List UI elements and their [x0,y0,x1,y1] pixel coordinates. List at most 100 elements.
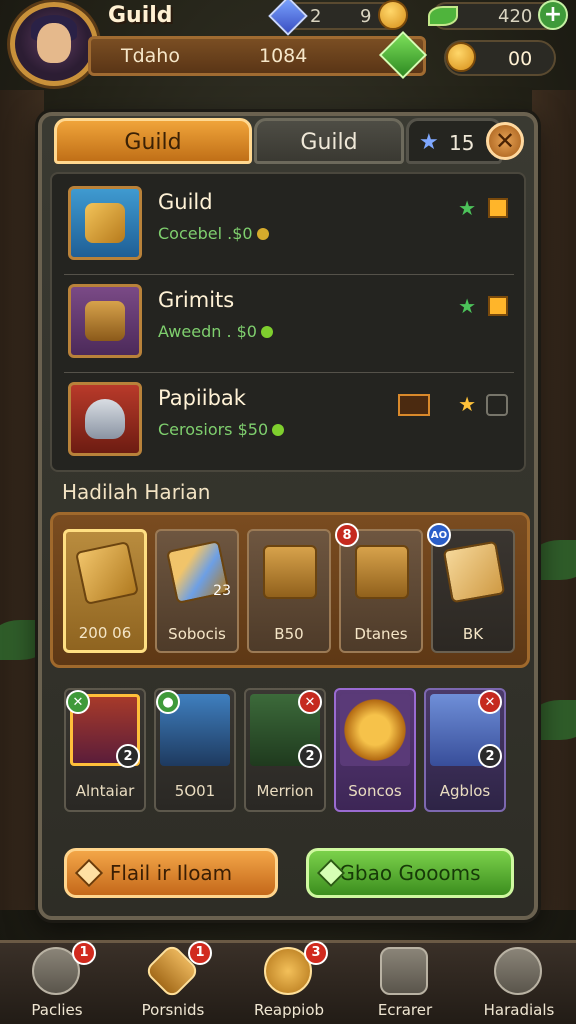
daily-rewards-title: Hadilah Harian [62,480,211,504]
hero-level-badge: 2 [478,744,502,768]
nav-item-reappiob[interactable]: 3 Reappiob [234,941,344,1024]
guild-panel: Guild Guild ★ 15 ✕ Guild Cocebel .$0 ★ G… [38,112,538,920]
nav-badge: 3 [304,941,328,965]
orb-icon [340,694,410,766]
profile-name: Tdaho [121,45,180,67]
list-item[interactable]: Guild Cocebel .$0 ★ [60,182,516,270]
nav-label: Reappiob [253,1001,325,1019]
star-icon: ★ [419,130,439,155]
daily-rewards-strip: 200 06 23 Sobocis B50 8 Dtanes AO BK [50,512,530,668]
player-name: Guild [108,3,173,28]
player-avatar[interactable] [10,2,98,86]
checkbox[interactable] [488,296,508,316]
gold-counter[interactable]: 00 [444,40,556,76]
thumb-art [85,203,125,243]
guild-list: Guild Cocebel .$0 ★ Grimits Aweedn . $0 … [50,172,526,472]
nav-label: Porsnids [141,1001,205,1019]
tab-guild-2[interactable]: Guild [254,118,404,164]
hero-name: Agblos [439,782,491,800]
reward-item[interactable]: AO BK [427,523,515,653]
treasure-chest-icon [68,284,142,358]
gold-coin-icon [446,42,476,72]
add-currency-button[interactable]: + [538,0,568,30]
reward-item[interactable]: 200 06 [63,529,147,653]
hero-badge: ✕ [478,690,502,714]
nav-label: Ecrarer [377,1001,433,1019]
hero-card[interactable]: ● 5O01 [154,688,236,812]
leaf-icon [428,6,458,26]
reward-extra: 23 [213,583,231,599]
nav-item-paclies[interactable]: 1 Paclies [2,941,112,1024]
tab-stars-count: 15 [449,131,475,155]
profile-bar: Tdaho 1084 [88,36,426,76]
reward-badge: AO [427,523,451,547]
list-item-title: Guild [158,190,213,214]
thumb-art [85,399,125,439]
hero-name: Merrion [256,782,314,800]
list-item-subtitle: Cocebel .$0 [158,224,269,243]
nav-badge: 1 [72,941,96,965]
checkbox[interactable] [488,198,508,218]
hammer-icon [74,540,140,606]
nav-badge: 1 [188,941,212,965]
reward-label: BK [462,625,484,643]
profile-number: 1084 [259,45,308,67]
hero-card[interactable]: ✕ 2 Alntaiar [64,688,146,812]
checkbox[interactable] [486,394,508,416]
backpack-icon [380,947,428,995]
avatar-face [37,23,71,63]
gem-value: 2 [310,6,322,27]
nav-label: Paclies [31,1001,83,1019]
divider [64,372,514,373]
reward-badge: 8 [335,523,359,547]
reward-item[interactable]: 8 Dtanes [335,523,423,653]
reward-label: Dtanes [354,625,408,643]
hero-name: Soncos [348,782,402,800]
thumb-art [85,301,125,341]
gold-coin-icon [378,0,408,30]
list-item-title: Papiibak [158,386,246,410]
gold-value: 00 [508,48,533,70]
leaf-value: 420 [498,6,533,27]
nav-item-haradials[interactable]: Haradials [464,943,574,1024]
nav-item-ecrarer[interactable]: Ecrarer [350,943,460,1024]
reward-label: B50 [274,625,304,643]
bottom-navigation: 1 Paclies 1 Porsnids 3 Reappiob Ecrarer … [0,940,576,1024]
hero-name: Alntaiar [75,782,135,800]
hero-badge: ✕ [66,690,90,714]
settings-icon [494,947,542,995]
hammer-shield-icon [68,186,142,260]
reward-item[interactable]: B50 [247,529,331,653]
list-item-subtitle: Cerosiors $50 [158,420,285,439]
robot-head-icon [68,382,142,456]
gold-plate-icon [442,540,506,604]
secondary-action-button[interactable]: Gbao Goooms [306,848,514,898]
hero-name: 5O01 [174,782,216,800]
hero-level-badge: 2 [298,744,322,768]
green-star-icon: ★ [458,196,476,220]
close-button[interactable]: ✕ [486,122,524,160]
tab-guild[interactable]: Guild [54,118,252,164]
hero-card[interactable]: Soncos [334,688,416,812]
reward-item[interactable]: 23 Sobocis [155,529,239,653]
gold-star-icon: ★ [458,392,476,416]
hero-card[interactable]: ✕ 2 Agblos [424,688,506,812]
hero-badge: ● [156,690,180,714]
level-indicator [398,394,430,416]
crate-icon [355,545,409,599]
background-wall-right [532,90,576,910]
hero-card[interactable]: ✕ 2 Merrion [244,688,326,812]
reward-label: Sobocis [168,625,226,643]
gem-value-secondary: 9 [360,6,372,27]
treasure-box-icon [263,545,317,599]
nav-label: Haradials [483,1001,555,1019]
list-item[interactable]: Papiibak Cerosiors $50 ★ [60,378,516,466]
list-item-title: Grimits [158,288,235,312]
diamond-icon [74,858,104,888]
hero-level-badge: 2 [116,744,140,768]
nav-item-porsnids[interactable]: 1 Porsnids [118,941,228,1024]
reward-label: 200 06 [78,624,132,642]
list-item[interactable]: Grimits Aweedn . $0 ★ [60,280,516,368]
top-bar: Guild 2 9 420 + Tdaho 1084 00 [0,0,576,90]
primary-action-button[interactable]: Flail ir Iloam [64,848,278,898]
